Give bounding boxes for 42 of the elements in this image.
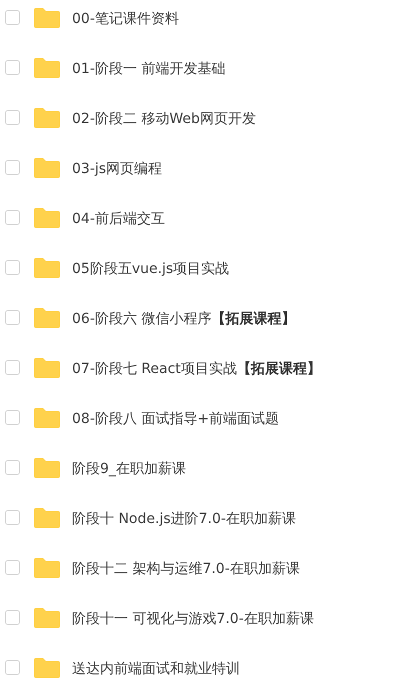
checkbox[interactable] (5, 260, 20, 275)
folder-name[interactable]: 08-阶段八 面试指导+前端面试题 (72, 410, 280, 428)
folder-name[interactable]: 06-阶段六 微信小程序【拓展课程】 (72, 310, 296, 328)
folder-icon (34, 608, 60, 628)
checkbox[interactable] (5, 310, 20, 325)
folder-name[interactable]: 07-阶段七 React项目实战【拓展课程】 (72, 360, 321, 378)
folder-icon (34, 458, 60, 478)
folder-icon (34, 358, 60, 378)
folder-name[interactable]: 阶段十 Node.js进阶7.0-在职加薪课 (72, 510, 296, 528)
folder-icon (34, 208, 60, 228)
checkbox[interactable] (5, 410, 20, 425)
folder-icon (34, 508, 60, 528)
checkbox[interactable] (5, 10, 20, 25)
checkbox[interactable] (5, 60, 20, 75)
folder-name[interactable]: 阶段十二 架构与运维7.0-在职加薪课 (72, 560, 300, 578)
folder-name[interactable]: 阶段9_在职加薪课 (72, 460, 186, 478)
folder-name[interactable]: 阶段十一 可视化与游戏7.0-在职加薪课 (72, 610, 314, 628)
folder-icon (34, 8, 60, 28)
checkbox[interactable] (5, 110, 20, 125)
folder-icon (34, 258, 60, 278)
folder-name[interactable]: 04-前后端交互 (72, 210, 165, 228)
checkbox[interactable] (5, 360, 20, 375)
folder-icon (34, 558, 60, 578)
checkbox[interactable] (5, 460, 20, 475)
checkbox[interactable] (5, 610, 20, 625)
folder-name[interactable]: 00-笔记课件资料 (72, 10, 179, 28)
folder-icon (34, 408, 60, 428)
checkbox[interactable] (5, 210, 20, 225)
folder-name[interactable]: 03-js网页编程 (72, 160, 162, 178)
folder-name[interactable]: 送达内前端面试和就业特训 (72, 660, 240, 678)
checkbox[interactable] (5, 160, 20, 175)
folder-name[interactable]: 02-阶段二 移动Web网页开发 (72, 110, 256, 128)
checkbox[interactable] (5, 660, 20, 675)
folder-icon (34, 58, 60, 78)
folder-name[interactable]: 01-阶段一 前端开发基础 (72, 60, 226, 78)
folder-icon (34, 308, 60, 328)
folder-icon (34, 158, 60, 178)
folder-icon (34, 658, 60, 678)
checkbox[interactable] (5, 510, 20, 525)
checkbox[interactable] (5, 560, 20, 575)
folder-icon (34, 108, 60, 128)
folder-name[interactable]: 05阶段五vue.js项目实战 (72, 260, 230, 278)
